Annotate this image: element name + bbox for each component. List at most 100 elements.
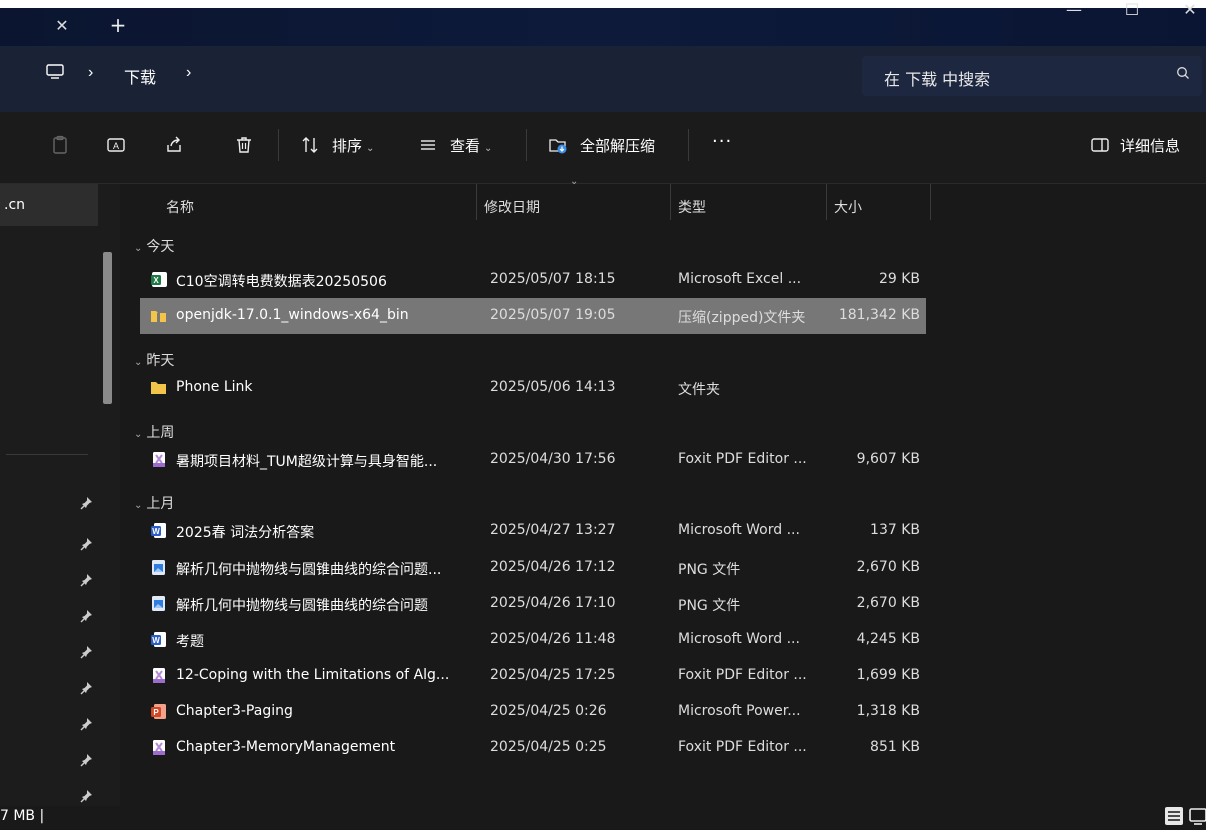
file-size: 2,670 KB: [856, 559, 920, 575]
nav-divider: [6, 454, 88, 455]
column-divider[interactable]: [826, 184, 827, 220]
file-size: 29 KB: [878, 271, 920, 287]
navigation-pane: [0, 184, 120, 814]
svg-text:X: X: [153, 276, 159, 285]
pin-icon[interactable]: [80, 717, 94, 731]
view-icon[interactable]: [418, 135, 438, 155]
file-name: 考题: [176, 634, 204, 650]
new-tab-button[interactable]: +: [108, 14, 128, 36]
file-size: 181,342 KB: [838, 307, 920, 323]
column-header-type[interactable]: 类型: [678, 197, 706, 217]
file-type: Microsoft Word ...: [678, 522, 800, 538]
file-size: 137 KB: [870, 522, 920, 538]
sort-icon[interactable]: [300, 135, 320, 155]
pin-icon[interactable]: [80, 537, 94, 551]
file-type: Foxit PDF Editor ...: [678, 451, 807, 467]
file-size: 9,607 KB: [856, 451, 920, 467]
pin-icon[interactable]: [80, 645, 94, 659]
pin-icon[interactable]: [80, 496, 94, 510]
file-size: 1,699 KB: [856, 667, 920, 683]
nav-item-label[interactable]: .cn: [4, 197, 25, 213]
maximize-button[interactable]: ☐: [1120, 0, 1144, 20]
file-type: PNG 文件: [678, 598, 741, 614]
file-date: 2025/04/25 17:25: [490, 667, 616, 683]
png-icon: [152, 596, 165, 611]
pin-icon[interactable]: [80, 609, 94, 623]
file-type: PNG 文件: [678, 562, 741, 578]
column-header-date[interactable]: 修改日期: [484, 197, 540, 217]
paste-icon[interactable]: [50, 135, 70, 155]
tab-close-button[interactable]: ✕: [52, 16, 72, 36]
details-view-icon[interactable]: [1164, 806, 1184, 826]
details-pane-icon[interactable]: [1090, 135, 1110, 155]
column-divider[interactable]: [476, 184, 477, 220]
file-date: 2025/05/06 14:13: [490, 379, 616, 395]
file-type: Foxit PDF Editor ...: [678, 667, 807, 683]
column-divider[interactable]: [930, 184, 931, 220]
pin-icon[interactable]: [80, 573, 94, 587]
file-name: 2025春 词法分析答案: [176, 525, 315, 541]
view-label: 查看: [450, 137, 481, 155]
delete-icon[interactable]: [234, 135, 254, 155]
word-icon: W: [151, 632, 166, 647]
breadcrumb-separator[interactable]: ›: [88, 64, 93, 82]
search-icon[interactable]: [1176, 66, 1190, 82]
pdf-icon: [153, 668, 165, 683]
group-header[interactable]: ⌄ 昨天: [134, 350, 174, 370]
more-options-button[interactable]: ···: [712, 131, 732, 152]
this-pc-icon[interactable]: [46, 64, 64, 80]
nav-scrollbar[interactable]: [103, 252, 112, 404]
svg-text:P: P: [153, 708, 159, 717]
chevron-down-icon: ⌄: [484, 143, 493, 154]
chevron-down-icon: ⌄: [134, 357, 143, 368]
file-name: Phone Link: [176, 379, 253, 395]
column-header-name[interactable]: 名称: [166, 197, 194, 217]
tab-strip: [0, 8, 1206, 46]
zip-folder-icon: [151, 311, 166, 322]
file-name: 12-Coping with the Limitations of Alg...: [176, 667, 450, 683]
column-header-size[interactable]: 大小: [834, 197, 862, 217]
file-type: Microsoft Word ...: [678, 631, 800, 647]
file-size: 4,245 KB: [856, 631, 920, 647]
view-button[interactable]: 查看 ⌄: [450, 135, 492, 156]
file-name: 暑期项目材料_TUM超级计算与具身智能...: [176, 454, 438, 470]
group-label: 上月: [146, 496, 175, 512]
details-button[interactable]: 详细信息: [1120, 135, 1180, 156]
search-input[interactable]: 在 下载 中搜索: [884, 66, 990, 90]
pin-icon[interactable]: [80, 753, 94, 767]
minimize-button[interactable]: —: [1062, 0, 1086, 20]
group-label: 今天: [146, 239, 175, 255]
group-header[interactable]: ⌄ 上月: [134, 493, 174, 513]
sort-button[interactable]: 排序 ⌄: [332, 135, 374, 156]
toolbar-divider: [278, 129, 279, 161]
breadcrumb-downloads[interactable]: 下载: [124, 64, 156, 88]
svg-text:A: A: [113, 141, 119, 151]
file-date: 2025/04/26 11:48: [490, 631, 616, 647]
breadcrumb-separator[interactable]: ›: [186, 64, 191, 82]
tiles-view-icon[interactable]: [1188, 806, 1206, 826]
file-date: 2025/05/07 19:05: [490, 307, 616, 323]
group-header[interactable]: ⌄ 今天: [134, 236, 174, 256]
file-name: Chapter3-Paging: [176, 703, 293, 719]
pin-icon[interactable]: [80, 789, 94, 803]
file-type: 压缩(zipped)文件夹: [678, 310, 806, 326]
extract-all-button[interactable]: 全部解压缩: [580, 135, 655, 156]
share-icon[interactable]: [164, 135, 184, 155]
svg-text:W: W: [152, 636, 160, 645]
rename-icon[interactable]: A: [106, 135, 126, 155]
group-label: 昨天: [146, 353, 175, 369]
extract-all-icon[interactable]: [548, 135, 568, 155]
file-date: 2025/04/30 17:56: [490, 451, 616, 467]
column-divider[interactable]: [670, 184, 671, 220]
toolbar-divider: [526, 129, 527, 161]
sort-indicator-icon: ⌄: [570, 176, 579, 187]
close-window-button[interactable]: ✕: [1178, 0, 1202, 20]
file-name: 解析几何中抛物线与圆锥曲线的综合问题: [176, 598, 428, 614]
group-label: 上周: [146, 425, 175, 441]
file-size: 851 KB: [870, 739, 920, 755]
toolbar-divider: [688, 129, 689, 161]
pin-icon[interactable]: [80, 681, 94, 695]
file-name: openjdk-17.0.1_windows-x64_bin: [176, 307, 409, 323]
pdf-icon: [153, 740, 165, 755]
group-header[interactable]: ⌄ 上周: [134, 422, 174, 442]
